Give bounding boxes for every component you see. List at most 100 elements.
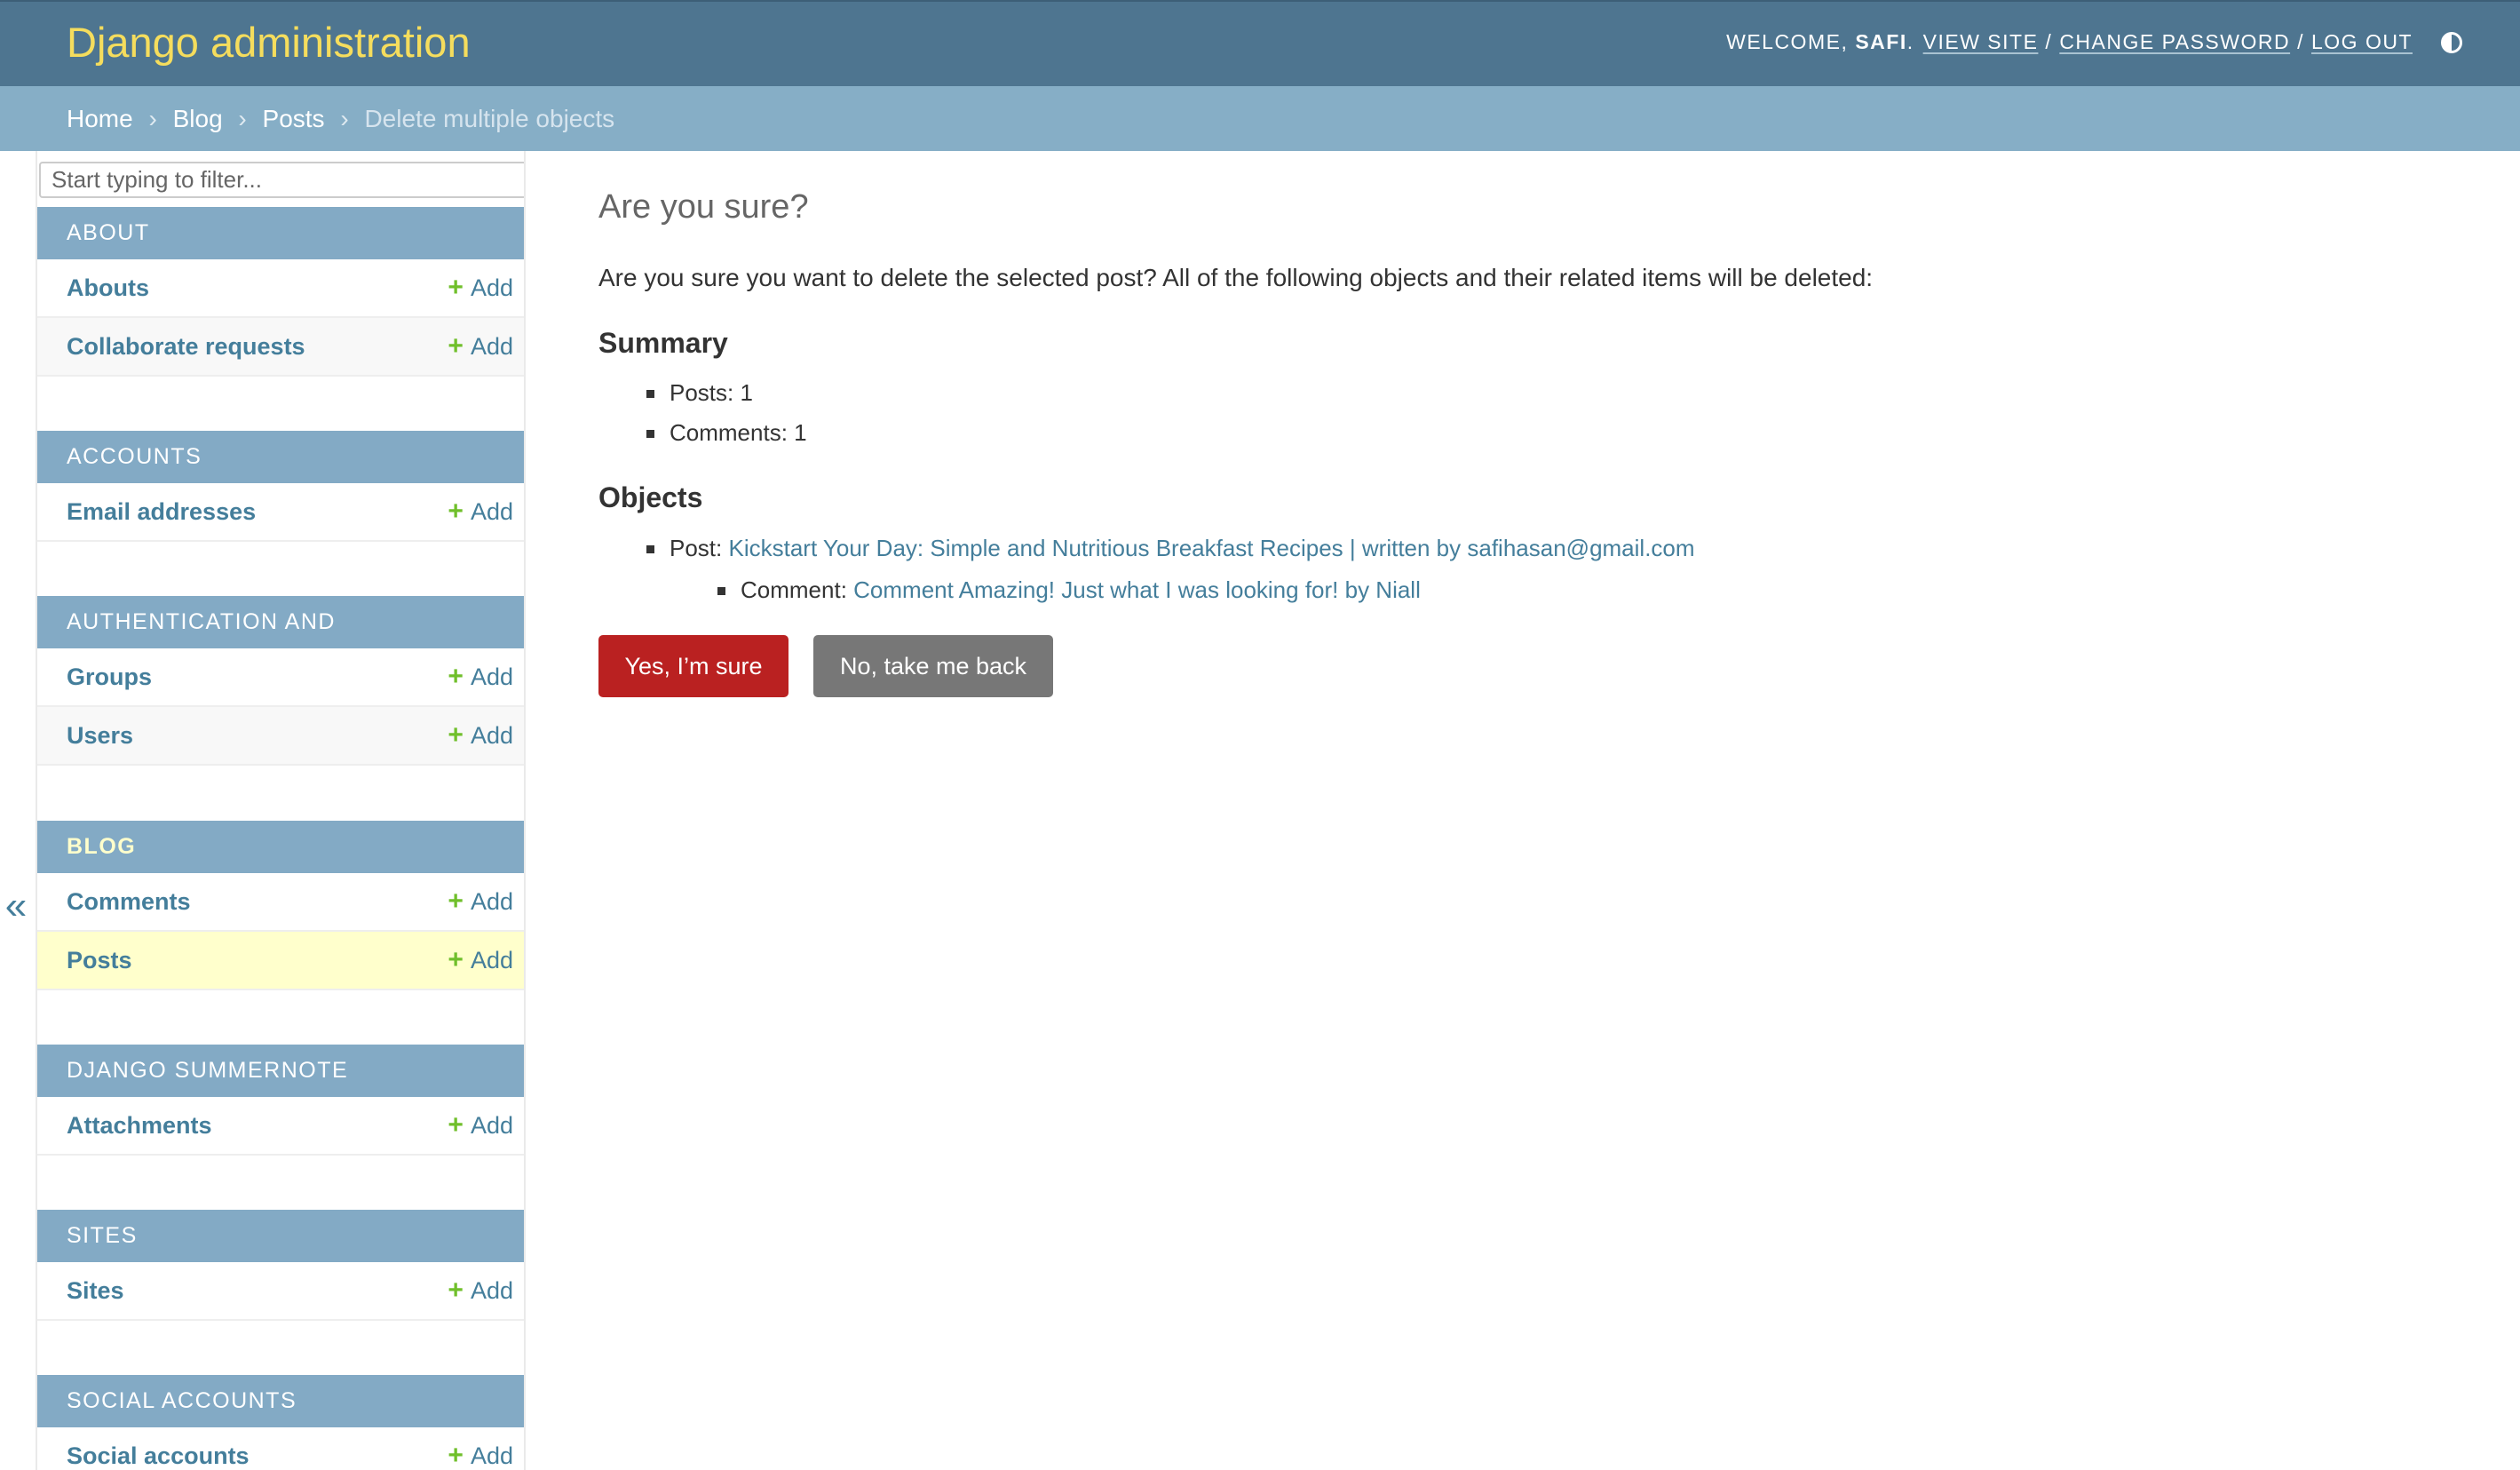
add-button[interactable]: + Add — [448, 707, 513, 764]
module-caption[interactable]: ACCOUNTS — [37, 431, 524, 483]
sidebar-item-abouts: Abouts + Add — [37, 259, 524, 318]
add-button[interactable]: + Add — [448, 483, 513, 540]
sidebar-item-email-addresses: Email addresses + Add — [37, 483, 524, 542]
add-label: Add — [470, 888, 513, 915]
plus-icon: + — [448, 273, 464, 302]
module-caption[interactable]: ABOUT — [37, 207, 524, 259]
breadcrumb-separator: › — [340, 105, 349, 132]
model-link[interactable]: Posts — [67, 932, 132, 989]
model-link[interactable]: Abouts — [67, 259, 149, 316]
collapse-sidebar-icon[interactable]: « — [0, 884, 32, 928]
object-label: Post: — [670, 535, 723, 561]
change-password-link[interactable]: CHANGE PASSWORD — [2059, 30, 2290, 54]
model-link[interactable]: Users — [67, 707, 133, 764]
add-label: Add — [470, 1112, 513, 1139]
object-item-post: Post: Kickstart Your Day: Simple and Nut… — [646, 535, 1695, 562]
plus-icon: + — [448, 1441, 464, 1470]
breadcrumb-blog[interactable]: Blog — [173, 105, 223, 132]
summary-item: Comments: 1 — [646, 419, 807, 447]
separator: / — [2297, 30, 2304, 53]
sidebar-item-attachments: Attachments + Add — [37, 1097, 524, 1156]
page-title: Are you sure? — [598, 188, 809, 226]
sidebar-item-posts: Posts + Add — [37, 932, 524, 990]
summary-item: Posts: 1 — [646, 379, 753, 407]
sidebar-item-social-accounts: Social accounts + Add — [37, 1427, 524, 1470]
model-link[interactable]: Email addresses — [67, 483, 256, 540]
sidebar-item-collaborate-requests: Collaborate requests + Add — [37, 318, 524, 377]
add-button[interactable]: + Add — [448, 648, 513, 705]
summary-text: Comments: 1 — [670, 419, 807, 446]
header-bar: Django administration WELCOME, SAFI. VIE… — [0, 0, 2520, 86]
module-django-summernote: DJANGO SUMMERNOTE Attachments + Add — [37, 1045, 524, 1156]
add-label: Add — [470, 333, 513, 360]
add-label: Add — [470, 498, 513, 525]
plus-icon: + — [448, 945, 464, 974]
breadcrumb-separator: › — [238, 105, 247, 132]
bullet-icon — [646, 430, 654, 438]
module-caption[interactable]: DJANGO SUMMERNOTE — [37, 1045, 524, 1097]
add-button[interactable]: + Add — [448, 259, 513, 316]
add-button[interactable]: + Add — [448, 932, 513, 989]
sidebar-filter-input[interactable] — [39, 162, 524, 198]
objects-heading: Objects — [598, 481, 703, 513]
breadcrumb-home[interactable]: Home — [67, 105, 133, 132]
add-button[interactable]: + Add — [448, 318, 513, 375]
post-link[interactable]: Kickstart Your Day: Simple and Nutritiou… — [728, 535, 1694, 561]
plus-icon: + — [448, 1275, 464, 1305]
add-label: Add — [470, 274, 513, 301]
plus-icon: + — [448, 886, 464, 916]
module-authentication: AUTHENTICATION AND AUTHORIZATION Groups … — [37, 596, 524, 766]
summary-text: Posts: 1 — [670, 379, 753, 406]
add-label: Add — [470, 722, 513, 749]
bullet-icon — [646, 390, 654, 398]
breadcrumb: Home › Blog › Posts › Delete multiple ob… — [0, 86, 2520, 151]
module-accounts: ACCOUNTS Email addresses + Add — [37, 431, 524, 542]
add-label: Add — [470, 1442, 513, 1469]
confirm-delete-button[interactable]: Yes, I’m sure — [598, 635, 788, 697]
model-link[interactable]: Collaborate requests — [67, 318, 305, 375]
sidebar-item-comments: Comments + Add — [37, 873, 524, 932]
model-link[interactable]: Groups — [67, 648, 152, 705]
plus-icon: + — [448, 497, 464, 526]
add-label: Add — [470, 1277, 513, 1304]
model-link[interactable]: Sites — [67, 1262, 124, 1319]
plus-icon: + — [448, 720, 464, 750]
log-out-link[interactable]: LOG OUT — [2311, 30, 2413, 54]
add-button[interactable]: + Add — [448, 1262, 513, 1319]
plus-icon: + — [448, 1110, 464, 1140]
add-button[interactable]: + Add — [448, 873, 513, 930]
module-caption[interactable]: AUTHENTICATION AND AUTHORIZATION — [37, 596, 524, 687]
comment-link[interactable]: Comment Amazing! Just what I was looking… — [853, 576, 1421, 603]
sidebar-item-groups: Groups + Add — [37, 648, 524, 707]
nav-sidebar: ABOUT Abouts +Add Collaborate requests +… — [36, 151, 526, 1470]
sidebar-item-users: Users + Add — [37, 707, 524, 766]
contrast-icon[interactable] — [2441, 31, 2462, 53]
model-link[interactable]: Attachments — [67, 1097, 212, 1154]
module-social-accounts: SOCIAL ACCOUNTS Social accounts + Add — [37, 1375, 524, 1470]
add-button[interactable]: + Add — [448, 1097, 513, 1154]
bullet-icon — [646, 545, 654, 553]
module-sites: SITES Sites + Add — [37, 1210, 524, 1321]
add-label: Add — [470, 663, 513, 690]
view-site-link[interactable]: VIEW SITE — [1923, 30, 2039, 54]
module-caption[interactable]: BLOG — [37, 821, 524, 873]
add-label: Add — [470, 947, 513, 973]
plus-icon: + — [448, 662, 464, 691]
module-caption[interactable]: SITES — [37, 1210, 524, 1262]
site-name-link[interactable]: Django administration — [67, 18, 471, 67]
sidebar-item-sites: Sites + Add — [37, 1262, 524, 1321]
plus-icon: + — [448, 331, 464, 361]
module-about: ABOUT Abouts + Add Collaborate requests +… — [37, 207, 524, 377]
breadcrumb-posts[interactable]: Posts — [263, 105, 325, 132]
username-suffix: . — [1906, 30, 1914, 53]
username: SAFI — [1855, 30, 1907, 53]
model-link[interactable]: Social accounts — [67, 1427, 250, 1470]
model-link[interactable]: Comments — [67, 873, 191, 930]
add-button[interactable]: + Add — [448, 1427, 513, 1470]
module-caption[interactable]: SOCIAL ACCOUNTS — [37, 1375, 524, 1427]
user-tools: WELCOME, SAFI. VIEW SITE / CHANGE PASSWO… — [1726, 30, 2462, 54]
welcome-text: WELCOME, — [1726, 30, 1849, 53]
cancel-button[interactable]: No, take me back — [813, 635, 1053, 697]
bullet-icon — [717, 587, 725, 595]
intro-text: Are you sure you want to delete the sele… — [598, 264, 1874, 291]
